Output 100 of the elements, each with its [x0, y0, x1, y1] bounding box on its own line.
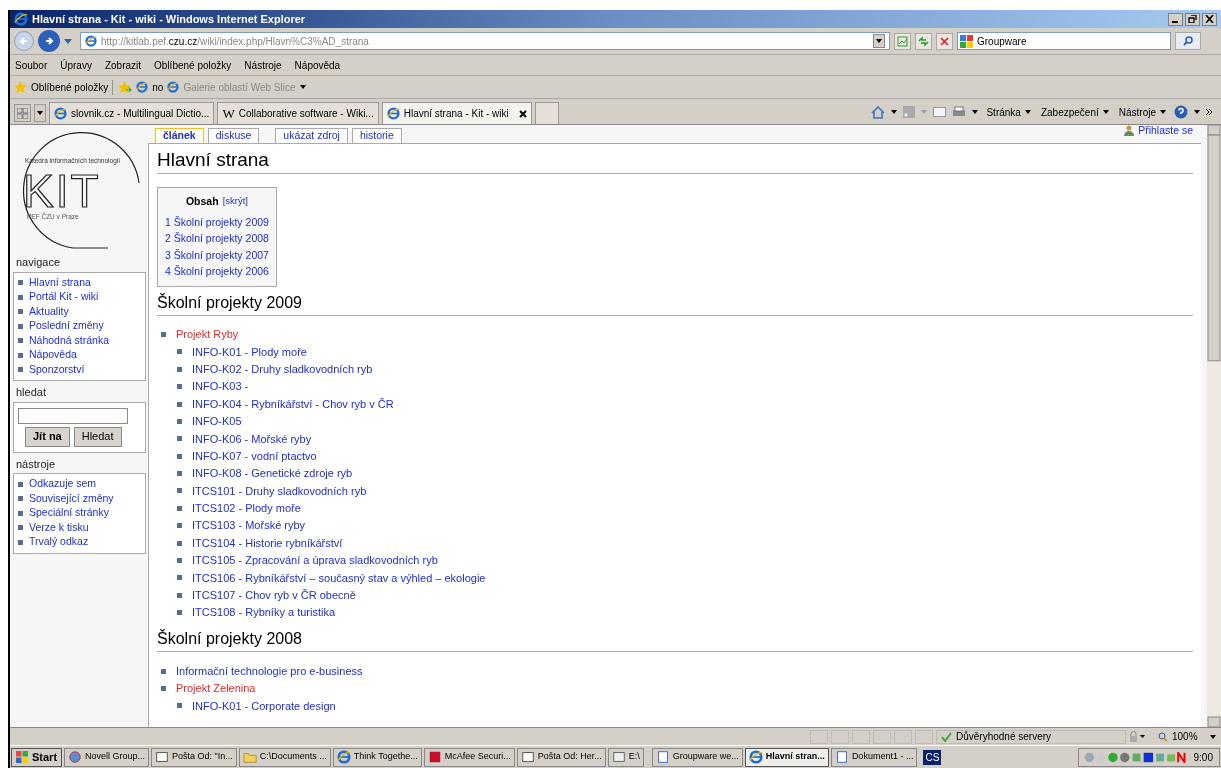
bullet-icon	[177, 418, 182, 424]
nav-link[interactable]: Speciální stránky	[29, 505, 109, 522]
taskbar-button[interactable]: E:\	[607, 747, 644, 767]
search-icon	[1183, 36, 1193, 46]
forward-button[interactable]	[38, 30, 60, 52]
nav-link[interactable]: Hlavní strana	[29, 274, 91, 291]
bullet-icon	[18, 539, 23, 545]
bullet-icon	[177, 436, 182, 442]
dropdown-button[interactable]	[873, 34, 885, 48]
taskbar-button[interactable]: Dokument1 - ...	[830, 747, 918, 767]
page-link[interactable]: Projekt Ryby	[176, 326, 239, 343]
browser-tab[interactable]: Hlavní strana - Kit - wiki	[381, 102, 532, 124]
caret-icon	[972, 110, 979, 114]
clock: 9:00	[1192, 750, 1214, 765]
menu-item[interactable]: Soubor	[15, 57, 48, 73]
portlet-heading: nástroje	[15, 456, 57, 472]
page-link[interactable]: ITCS108 - Rybníky a turistika	[192, 604, 336, 621]
page-link[interactable]: Projekt Zelenina	[176, 680, 256, 697]
caret-icon	[1209, 734, 1216, 739]
close-button[interactable]	[1202, 12, 1217, 26]
command-menu[interactable]: Zabezpečení	[1038, 104, 1111, 120]
search-button[interactable]: Jít na	[25, 426, 70, 447]
toc-link[interactable]: 2 Školní projekty 2008	[165, 230, 269, 247]
page-link[interactable]: INFO-K01 - Corporate design	[192, 697, 336, 715]
start-button[interactable]: Start	[11, 747, 63, 767]
page-link[interactable]: Informační technologie pro e-business	[176, 662, 363, 680]
menu-item[interactable]: Nástroje	[244, 57, 282, 73]
browser-tab[interactable]: W Collaborative software - Wiki...	[217, 102, 379, 124]
nav-link[interactable]: Trvalý odkaz	[29, 534, 89, 551]
menu-item[interactable]: Zobrazit	[104, 57, 142, 73]
command-menu[interactable]: Stránka	[984, 104, 1033, 120]
toc-toggle-link[interactable]: [skrýt]	[222, 194, 248, 210]
page-link[interactable]: INFO-K01 - Plody moře	[192, 343, 307, 361]
search-input[interactable]	[18, 407, 128, 424]
command-menu[interactable]: Nástroje	[1116, 104, 1168, 120]
taskbar-button[interactable]: Groupware we...	[651, 747, 743, 767]
stop-button[interactable]	[936, 32, 953, 50]
taskbar-button[interactable]: Novell Group...	[64, 747, 150, 767]
minimize-button[interactable]	[1168, 12, 1183, 26]
address-field[interactable]: http://kitlab.pef.czu.cz/wiki/index.php/Hlavn%C3%AD_strana	[80, 32, 890, 50]
nav-link[interactable]: Aktuality	[29, 303, 69, 320]
page-tab[interactable]: ukázat zdroj	[275, 128, 348, 143]
page-title: Hlavní strana	[157, 148, 1193, 174]
language-indicator[interactable]: CS	[923, 749, 942, 765]
wikipedia-w-icon: W	[222, 106, 235, 121]
tab-list-button[interactable]	[34, 104, 46, 122]
menu-item[interactable]: Oblíbené položky	[154, 57, 232, 73]
taskbar-button[interactable]: C:\Documents ...	[238, 747, 331, 767]
page-link[interactable]: ITCS104 - Historie rybníkářství	[192, 534, 343, 552]
login-link[interactable]: Přihlaste se	[1124, 125, 1201, 139]
page-tab[interactable]: diskuse	[207, 128, 260, 143]
page-link[interactable]: ITCS101 - Druhy sladkovodních ryb	[192, 482, 367, 500]
nav-link[interactable]: Nápověda	[29, 347, 77, 364]
bullet-icon	[177, 349, 182, 355]
drive-icon	[611, 750, 626, 764]
menu-item[interactable]: Úpravy	[60, 57, 92, 73]
nav-link[interactable]: Verze k tisku	[29, 519, 89, 536]
page-link[interactable]: INFO-K06 - Mořské ryby	[192, 430, 312, 448]
search-field[interactable]: Groupware	[957, 32, 1171, 50]
page-link[interactable]: INFO-K05	[192, 413, 242, 430]
bullet-icon	[177, 488, 182, 494]
nav-link[interactable]: Odkazuje sem	[29, 476, 97, 493]
caret-icon	[1102, 110, 1109, 114]
menu-item[interactable]: Nápověda	[294, 57, 341, 73]
taskbar-button[interactable]: Think Togethe...	[332, 747, 422, 767]
browser-tab[interactable]: slovnik.cz - Multilingual Dictio...	[49, 102, 215, 124]
page-tab[interactable]: historie	[351, 128, 402, 143]
restore-button[interactable]	[1185, 12, 1200, 26]
nav-link[interactable]: Související změny	[29, 490, 114, 507]
page-link[interactable]: ITCS105 - Zpracování a úprava sladkovodních ryb	[192, 552, 438, 569]
page-link[interactable]: ITCS106 - Rybníkářství – současný stav a výhled – ekologie	[192, 569, 486, 587]
favorite-link[interactable]: no	[136, 79, 164, 95]
zoom-button[interactable]: 100%	[1158, 729, 1216, 744]
taskbar-button[interactable]: Pošta Od: Her...	[516, 747, 606, 767]
page-link[interactable]: INFO-K08 - Genetické zdroje ryb	[192, 465, 353, 482]
page-link[interactable]: ITCS107 - Chov ryb v ČR obecně	[192, 587, 356, 604]
nav-link[interactable]: Poslední změny	[29, 318, 104, 335]
page-link[interactable]: INFO-K07 - vodní ptactvo	[192, 447, 317, 465]
page-link[interactable]: ITCS102 - Plody moře	[192, 500, 301, 517]
lock-icon	[1129, 731, 1145, 742]
taskbar-button[interactable]: Hlavní stran...	[744, 747, 829, 767]
refresh-button[interactable]	[915, 32, 932, 50]
favorites-button[interactable]: Oblíbené položky	[31, 79, 114, 95]
nav-link[interactable]: Náhodná stránka	[29, 332, 109, 349]
page-link[interactable]: INFO-K02 - Druhy sladkovodních ryb	[192, 360, 373, 378]
search-button[interactable]	[1175, 32, 1201, 50]
page-tab[interactable]: článek	[155, 128, 204, 143]
taskbar-button[interactable]: McAfee Securi...	[423, 747, 515, 767]
taskbar-button[interactable]: Pošta Od: "In...	[151, 747, 237, 767]
page-link[interactable]: INFO-K04 - Rybníkářství - Chov ryb v ČR	[192, 395, 394, 413]
page-link[interactable]: INFO-K03 -	[192, 378, 249, 395]
bullet-icon	[177, 558, 182, 563]
page-link[interactable]: ITCS103 - Mořské ryby	[192, 517, 306, 534]
toc-link[interactable]: 3 Školní projekty 2007	[165, 246, 269, 264]
status-pane	[873, 729, 891, 744]
nav-link[interactable]: Sponzorství	[29, 361, 85, 378]
toc-link[interactable]: 1 Školní projekty 2009	[165, 213, 269, 231]
nav-link[interactable]: Portál Kit - wiki	[29, 289, 99, 306]
search-button[interactable]: Hledat	[73, 426, 122, 447]
toc-link[interactable]: 4 Školní projekty 2006	[165, 263, 269, 280]
